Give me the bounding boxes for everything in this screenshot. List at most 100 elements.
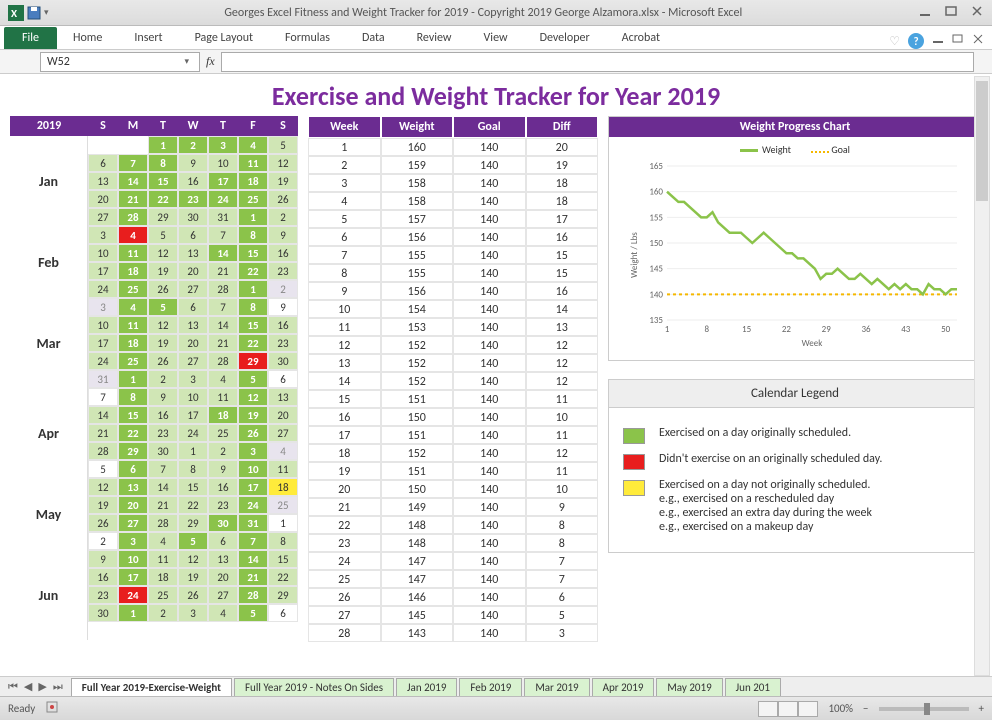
week-cell[interactable]: 27: [308, 606, 381, 624]
calendar-day[interactable]: 13: [268, 388, 298, 406]
calendar-day[interactable]: 2: [148, 370, 178, 388]
calendar-day[interactable]: 5: [238, 370, 268, 388]
week-cell[interactable]: 26: [308, 588, 381, 606]
week-cell[interactable]: 13: [308, 354, 381, 372]
week-cell[interactable]: 155: [381, 264, 454, 282]
ribbon-tab-page-layout[interactable]: Page Layout: [179, 27, 269, 49]
calendar-day[interactable]: 22: [178, 496, 208, 514]
sheet-tab[interactable]: Jun 201: [725, 678, 781, 696]
calendar-day[interactable]: 13: [118, 478, 148, 496]
calendar-day[interactable]: 8: [118, 388, 148, 406]
calendar-day[interactable]: 22: [268, 568, 298, 586]
calendar-day[interactable]: 1: [178, 442, 208, 460]
week-cell[interactable]: 147: [381, 552, 454, 570]
calendar-day[interactable]: 17: [118, 568, 148, 586]
calendar-day[interactable]: 20: [118, 496, 148, 514]
calendar-day[interactable]: 13: [178, 244, 208, 262]
calendar-day[interactable]: 11: [238, 154, 268, 172]
calendar-day[interactable]: 3: [88, 298, 118, 316]
week-cell[interactable]: 8: [526, 516, 599, 534]
view-layout-button[interactable]: [778, 701, 798, 717]
calendar-day[interactable]: 28: [148, 514, 178, 532]
calendar-day[interactable]: 6: [88, 154, 118, 172]
calendar-day[interactable]: 21: [148, 496, 178, 514]
calendar-day[interactable]: 11: [208, 388, 238, 406]
calendar-day[interactable]: 28: [118, 208, 148, 226]
week-cell[interactable]: 140: [453, 300, 526, 318]
calendar-day[interactable]: 4: [268, 442, 298, 460]
calendar-day[interactable]: 1: [118, 370, 148, 388]
close-icon[interactable]: [970, 4, 984, 22]
week-cell[interactable]: 18: [526, 192, 599, 210]
sheet-tab[interactable]: Full Year 2019 - Notes On Sides: [234, 678, 394, 696]
week-cell[interactable]: 153: [381, 318, 454, 336]
calendar-day[interactable]: 29: [178, 514, 208, 532]
week-cell[interactable]: 7: [526, 552, 599, 570]
week-cell[interactable]: 140: [453, 318, 526, 336]
calendar-day[interactable]: 13: [208, 550, 238, 568]
week-cell[interactable]: 140: [453, 534, 526, 552]
calendar-day[interactable]: 17: [208, 172, 238, 190]
week-cell[interactable]: 140: [453, 570, 526, 588]
calendar-day[interactable]: 17: [88, 334, 118, 352]
calendar-day[interactable]: 26: [178, 586, 208, 604]
calendar-day[interactable]: 27: [178, 352, 208, 370]
sheet-tab[interactable]: Full Year 2019-Exercise-Weight: [71, 678, 232, 696]
maximize-icon[interactable]: [944, 4, 958, 22]
calendar-day[interactable]: 21: [88, 424, 118, 442]
calendar-day[interactable]: 2: [88, 532, 118, 550]
ribbon-tab-acrobat[interactable]: Acrobat: [606, 27, 676, 49]
week-cell[interactable]: 16: [526, 228, 599, 246]
calendar-day[interactable]: 2: [208, 442, 238, 460]
calendar-day[interactable]: 9: [268, 298, 298, 316]
calendar-day[interactable]: 10: [118, 550, 148, 568]
calendar-day[interactable]: 18: [118, 334, 148, 352]
week-cell[interactable]: 140: [453, 282, 526, 300]
calendar-day[interactable]: 2: [178, 136, 208, 154]
week-cell[interactable]: 10: [308, 300, 381, 318]
calendar-day[interactable]: 10: [178, 388, 208, 406]
calendar-day[interactable]: 14: [88, 406, 118, 424]
week-cell[interactable]: 140: [453, 336, 526, 354]
calendar-day[interactable]: 5: [238, 604, 268, 622]
week-cell[interactable]: 140: [453, 588, 526, 606]
week-cell[interactable]: 140: [453, 516, 526, 534]
calendar-day[interactable]: 29: [268, 586, 298, 604]
calendar-day[interactable]: 4: [118, 226, 148, 244]
week-cell[interactable]: 17: [526, 210, 599, 228]
week-cell[interactable]: 20: [308, 480, 381, 498]
calendar-day[interactable]: 22: [118, 424, 148, 442]
week-cell[interactable]: 11: [526, 426, 599, 444]
week-cell[interactable]: 160: [381, 138, 454, 156]
calendar-day[interactable]: 17: [178, 406, 208, 424]
calendar-day[interactable]: 24: [118, 586, 148, 604]
calendar-day[interactable]: 5: [88, 460, 118, 478]
calendar-day[interactable]: 19: [238, 406, 268, 424]
week-cell[interactable]: 4: [308, 192, 381, 210]
week-cell[interactable]: 12: [526, 372, 599, 390]
calendar-day[interactable]: 3: [178, 604, 208, 622]
calendar-day[interactable]: 6: [268, 370, 298, 388]
week-cell[interactable]: 15: [526, 246, 599, 264]
calendar-day[interactable]: 16: [178, 172, 208, 190]
calendar-day[interactable]: 18: [148, 568, 178, 586]
calendar-day[interactable]: 7: [148, 460, 178, 478]
calendar-day[interactable]: 10: [88, 244, 118, 262]
week-cell[interactable]: 11: [308, 318, 381, 336]
week-cell[interactable]: 16: [308, 408, 381, 426]
calendar-day[interactable]: 3: [208, 136, 238, 154]
calendar-day[interactable]: 3: [238, 442, 268, 460]
calendar-day[interactable]: 24: [88, 352, 118, 370]
calendar-day[interactable]: 31: [238, 514, 268, 532]
week-cell[interactable]: 155: [381, 246, 454, 264]
calendar-day[interactable]: 4: [208, 370, 238, 388]
calendar-day[interactable]: 9: [268, 226, 298, 244]
calendar-day[interactable]: 30: [268, 352, 298, 370]
week-cell[interactable]: 18: [308, 444, 381, 462]
calendar-day[interactable]: 15: [148, 172, 178, 190]
calendar-day[interactable]: 18: [268, 478, 298, 496]
ribbon-close-icon[interactable]: [972, 33, 984, 49]
calendar-day[interactable]: 25: [118, 352, 148, 370]
macro-record-icon[interactable]: [45, 700, 59, 717]
week-cell[interactable]: 17: [308, 426, 381, 444]
